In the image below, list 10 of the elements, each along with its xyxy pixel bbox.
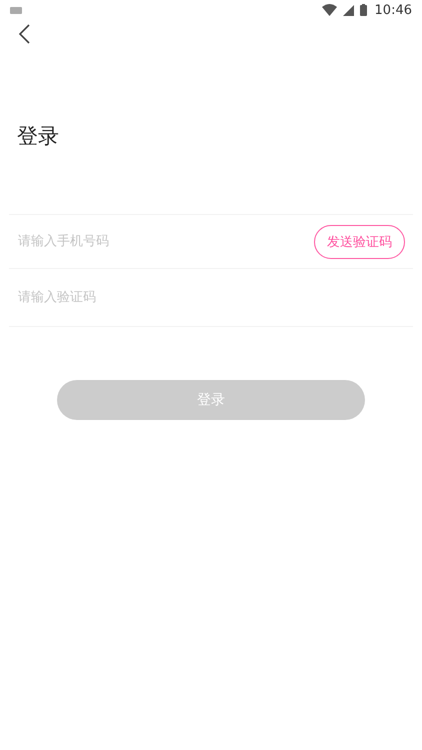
wifi-icon	[322, 4, 337, 16]
back-icon	[18, 24, 30, 44]
battery-icon	[360, 4, 367, 16]
signal-icon	[342, 4, 354, 16]
page-title: 登录	[17, 123, 59, 150]
code-input-field[interactable]: 请输入验证码	[18, 286, 404, 310]
send-code-button[interactable]: 发送验证码	[314, 224, 405, 258]
keyboard-icon	[10, 6, 22, 14]
status-time: 10:46	[374, 2, 412, 18]
phone-input-field[interactable]: 请输入手机号码	[18, 230, 314, 254]
